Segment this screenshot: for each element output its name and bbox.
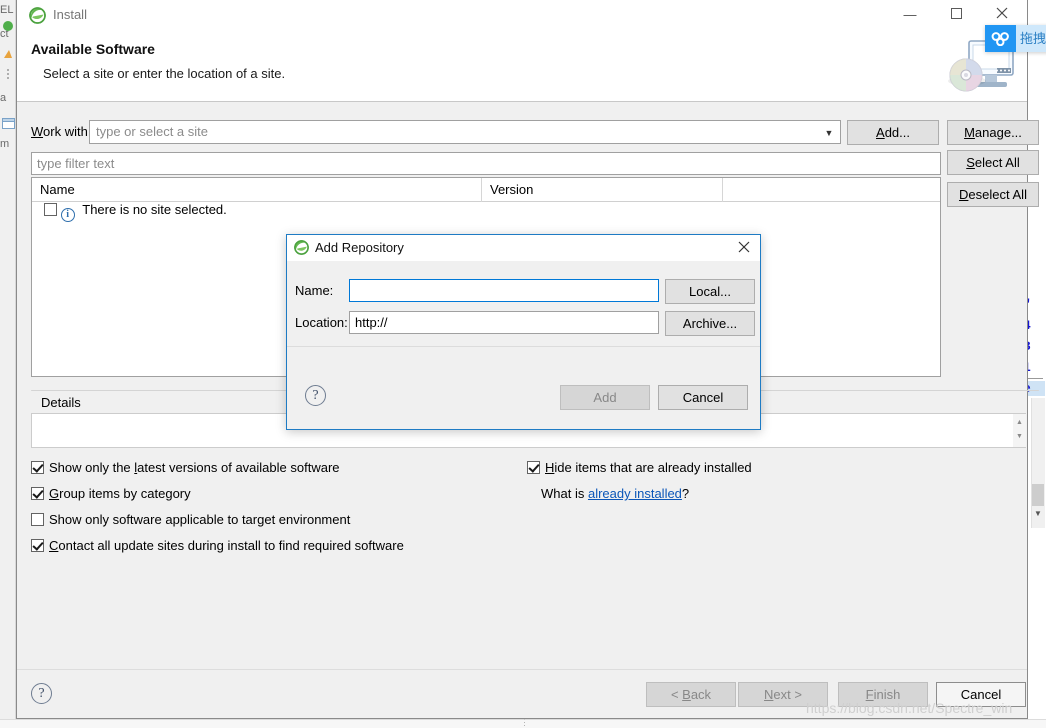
info-icon: i bbox=[60, 208, 75, 222]
dialog-titlebar: Add Repository bbox=[287, 235, 760, 261]
work-with-label: Work with: bbox=[31, 124, 92, 139]
checkbox-applicable-target-env[interactable] bbox=[31, 513, 44, 526]
background-status-bar: ⋮ bbox=[0, 717, 1046, 728]
option-show-latest-versions[interactable]: Show only the latest versions of availab… bbox=[31, 460, 340, 475]
back-button[interactable]: < Back bbox=[646, 682, 736, 707]
checkbox-hide-installed[interactable] bbox=[527, 461, 540, 474]
option-group-by-category[interactable]: Group items by category bbox=[31, 486, 191, 501]
bg-left-fragment-2: a bbox=[0, 92, 7, 104]
cloud-logo-icon bbox=[991, 32, 1009, 46]
details-scroll-down-icon[interactable]: ▼ bbox=[1013, 431, 1026, 442]
background-run-icon bbox=[4, 50, 12, 58]
checkbox-group-by-category[interactable] bbox=[31, 487, 44, 500]
column-header-extra[interactable] bbox=[723, 178, 940, 202]
local-button[interactable]: Local... bbox=[665, 279, 755, 304]
close-icon bbox=[738, 241, 750, 253]
dialog-separator bbox=[287, 346, 760, 347]
already-installed-link[interactable]: already installed bbox=[588, 486, 682, 501]
archive-button[interactable]: Archive... bbox=[665, 311, 755, 336]
select-all-button[interactable]: Select All bbox=[947, 150, 1039, 175]
name-label: Name: bbox=[295, 283, 334, 298]
window-titlebar: Install — bbox=[17, 0, 1027, 31]
page-subtitle: Select a site or enter the location of a… bbox=[43, 66, 286, 81]
help-question-icon[interactable]: ? bbox=[31, 683, 52, 704]
eclipse-icon bbox=[29, 7, 46, 24]
background-left-toolbar: EL ct a m bbox=[0, 0, 16, 728]
baidu-netdisk-overlay[interactable]: 拖拽 bbox=[985, 25, 1046, 52]
filter-placeholder-text: type filter text bbox=[37, 156, 115, 171]
option-applicable-target-env[interactable]: Show only software applicable to target … bbox=[31, 512, 350, 527]
background-eclipse-icon bbox=[3, 21, 13, 31]
dialog-title: Add Repository bbox=[315, 240, 404, 255]
baidu-overlay-text: 拖拽 bbox=[1016, 25, 1046, 52]
what-is-suffix: ? bbox=[681, 486, 690, 501]
row-checkbox[interactable] bbox=[44, 203, 57, 216]
work-with-value: type or select a site bbox=[96, 124, 208, 139]
option-contact-update-sites[interactable]: Contact all update sites during install … bbox=[31, 538, 404, 553]
eclipse-icon bbox=[294, 240, 309, 255]
dialog-cancel-button[interactable]: Cancel bbox=[658, 385, 748, 410]
background-scroll-down-icon[interactable]: ▼ bbox=[1032, 508, 1044, 520]
column-header-version[interactable]: Version bbox=[482, 178, 723, 202]
next-button[interactable]: Next > bbox=[738, 682, 828, 707]
background-window-icon bbox=[2, 118, 15, 129]
dialog-add-button[interactable]: Add bbox=[560, 385, 650, 410]
details-group-label: Details bbox=[37, 395, 85, 410]
window-title: Install bbox=[53, 7, 87, 22]
table-header-row: Name Version bbox=[32, 178, 940, 202]
location-value: http:// bbox=[355, 315, 388, 330]
background-scrollbar-thumb[interactable] bbox=[1032, 484, 1044, 506]
what-is-prefix: What is bbox=[541, 486, 588, 501]
dialog-help-question-icon[interactable]: ? bbox=[305, 385, 326, 406]
dialog-body: Name: Local... Location: http:// Archive… bbox=[287, 261, 760, 430]
minimize-button[interactable]: — bbox=[887, 0, 933, 29]
maximize-button[interactable] bbox=[933, 0, 979, 29]
baidu-netdisk-icon[interactable] bbox=[985, 25, 1016, 52]
finish-button[interactable]: Finish bbox=[838, 682, 928, 707]
bg-left-fragment-3: m bbox=[0, 138, 10, 150]
work-with-combo[interactable]: type or select a site ▼ bbox=[89, 120, 841, 144]
close-icon bbox=[996, 7, 1008, 19]
chevron-down-icon[interactable]: ▼ bbox=[819, 122, 839, 144]
add-site-button[interactable]: Add... bbox=[847, 120, 939, 145]
manage-sites-button[interactable]: Manage... bbox=[947, 120, 1039, 145]
deselect-all-button[interactable]: Deselect All bbox=[947, 182, 1039, 207]
name-input[interactable] bbox=[349, 279, 659, 302]
option-hide-installed[interactable]: Hide items that are already installed bbox=[527, 460, 752, 475]
maximize-icon bbox=[950, 8, 962, 19]
details-spinner[interactable]: ▲ ▼ bbox=[1013, 414, 1026, 447]
wizard-header: Available Software Select a site or ente… bbox=[17, 31, 1027, 102]
details-scroll-up-icon[interactable]: ▲ bbox=[1013, 417, 1026, 428]
table-row[interactable]: i There is no site selected. bbox=[44, 202, 227, 224]
filter-input[interactable]: type filter text bbox=[31, 152, 941, 175]
add-repository-dialog: Add Repository Name: Local... Location: … bbox=[286, 234, 761, 430]
dialog-close-button[interactable] bbox=[732, 238, 756, 258]
location-label: Location: bbox=[295, 315, 348, 330]
bg-left-fragment-0: EL bbox=[0, 4, 14, 16]
what-is-already-installed: What is already installed? bbox=[541, 486, 689, 501]
checkbox-show-latest-versions[interactable] bbox=[31, 461, 44, 474]
page-title: Available Software bbox=[31, 41, 155, 57]
wizard-footer: ? < Back Next > Finish Cancel bbox=[17, 669, 1027, 718]
row-name: There is no site selected. bbox=[82, 202, 227, 217]
background-dot-handle bbox=[4, 68, 12, 82]
cancel-button[interactable]: Cancel bbox=[936, 682, 1026, 707]
column-header-name[interactable]: Name bbox=[32, 178, 482, 202]
location-input[interactable]: http:// bbox=[349, 311, 659, 334]
checkbox-contact-update-sites[interactable] bbox=[31, 539, 44, 552]
